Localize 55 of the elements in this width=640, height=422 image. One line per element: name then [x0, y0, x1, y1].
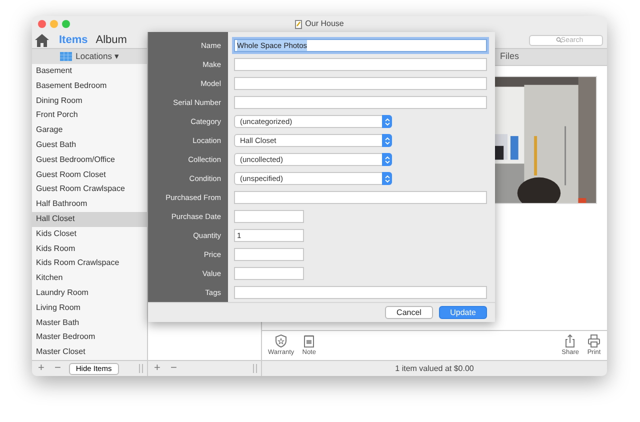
location-item[interactable]: Front Porch [32, 108, 147, 124]
location-item[interactable]: Master Bedroom [32, 330, 147, 346]
search-icon [556, 37, 562, 43]
location-item[interactable]: Kids Closet [32, 226, 147, 242]
cancel-button[interactable]: Cancel [385, 306, 433, 319]
location-item[interactable]: Garage [32, 123, 147, 138]
window-title: Our House [305, 18, 344, 30]
close-button[interactable] [38, 20, 46, 28]
printer-icon [587, 334, 601, 348]
add-button[interactable]: + [152, 363, 162, 374]
location-item[interactable]: Basement Bedroom [32, 78, 147, 94]
files-tab[interactable]: Files [500, 50, 520, 64]
zoom-button[interactable] [62, 20, 70, 28]
resize-handle[interactable] [253, 364, 257, 373]
stepper-icon [384, 136, 390, 144]
minimize-button[interactable] [50, 20, 58, 28]
location-item[interactable]: Kids Room [32, 242, 147, 256]
locations-menu[interactable]: Locations ▾ [76, 50, 120, 63]
stepper-icon [384, 174, 390, 182]
home-icon[interactable] [35, 34, 49, 46]
input-field[interactable] [234, 286, 487, 299]
input-field[interactable] [234, 96, 487, 109]
location-item[interactable]: Laundry Room [32, 286, 147, 301]
input-field[interactable] [234, 77, 487, 90]
input-field[interactable] [234, 191, 487, 204]
location-item[interactable]: Guest Room Closet [32, 168, 147, 182]
document-icon [295, 20, 302, 28]
input-field[interactable] [234, 210, 304, 223]
location-item[interactable]: Master Bath [32, 316, 147, 330]
location-item[interactable]: Kids Room Crawlspace [32, 256, 147, 272]
remove-button[interactable]: − [168, 363, 179, 374]
location-item[interactable]: Hall Closet [32, 212, 147, 227]
input-field[interactable] [234, 267, 304, 280]
status-text: 1 item valued at $0.00 [395, 362, 474, 374]
location-item[interactable]: Guest Room Crawlspace [32, 182, 147, 198]
view-tab[interactable]: Album [92, 32, 131, 48]
stepper-icon [384, 118, 390, 126]
location-item[interactable]: Dining Room [32, 94, 147, 108]
location-item[interactable]: Master Closet [32, 345, 147, 360]
grid-icon [60, 52, 72, 61]
input-field[interactable] [234, 58, 487, 71]
share-icon [563, 334, 578, 348]
location-item[interactable]: Guest Bedroom/Office [32, 152, 147, 168]
shield-icon [274, 334, 288, 348]
input-field[interactable] [234, 248, 304, 261]
location-item[interactable]: Basement [32, 64, 147, 79]
location-item[interactable]: Living Room [32, 300, 147, 316]
resize-handle[interactable] [139, 364, 143, 373]
remove-button[interactable]: − [52, 363, 63, 374]
location-item[interactable]: Kitchen [32, 271, 147, 286]
location-item[interactable]: Guest Bath [32, 138, 147, 153]
add-button[interactable]: + [36, 363, 46, 374]
location-item[interactable]: Half Bathroom [32, 197, 147, 212]
notepad-icon [302, 334, 316, 348]
stepper-icon [384, 156, 390, 164]
